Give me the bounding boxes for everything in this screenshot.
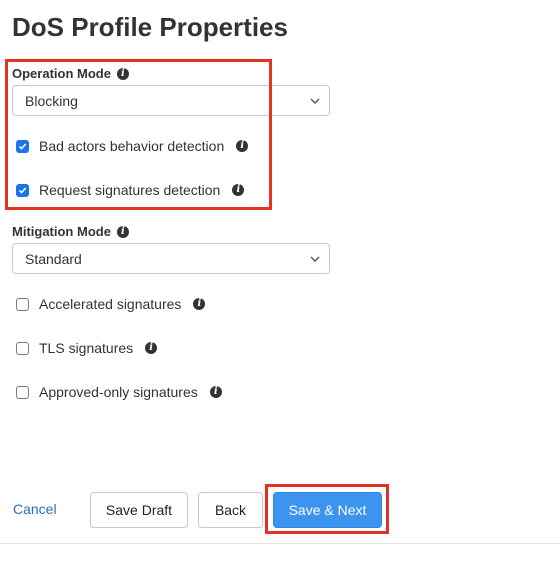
accelerated-signatures-checkbox-row[interactable]: Accelerated signatures i	[16, 296, 206, 312]
tls-signatures-checkbox[interactable]	[16, 341, 29, 355]
tls-signatures-checkbox-row[interactable]: TLS signatures i	[16, 340, 158, 356]
page-title: DoS Profile Properties	[12, 12, 288, 42]
info-icon[interactable]: i	[116, 225, 129, 238]
info-icon[interactable]: i	[193, 298, 206, 310]
mitigation-mode-selected-value: Standard	[25, 250, 82, 267]
chevron-down-icon	[310, 256, 320, 262]
footer-divider	[0, 543, 560, 544]
back-button[interactable]: Back	[198, 492, 263, 528]
approved-only-signatures-checkbox[interactable]	[16, 385, 29, 399]
operation-mode-highlight	[5, 59, 272, 210]
accelerated-signatures-checkbox[interactable]	[16, 297, 29, 311]
mitigation-mode-label-text: Mitigation Mode	[12, 224, 111, 239]
accelerated-signatures-label: Accelerated signatures	[39, 296, 182, 312]
info-icon[interactable]: i	[209, 386, 222, 398]
chevron-down-icon	[310, 98, 320, 104]
info-icon[interactable]: i	[145, 342, 158, 354]
save-draft-button[interactable]: Save Draft	[90, 492, 188, 528]
approved-only-signatures-checkbox-row[interactable]: Approved-only signatures i	[16, 384, 222, 400]
approved-only-signatures-label: Approved-only signatures	[39, 384, 198, 400]
cancel-link[interactable]: Cancel	[13, 501, 57, 517]
tls-signatures-label: TLS signatures	[39, 340, 134, 356]
mitigation-mode-select[interactable]: Standard	[12, 243, 330, 274]
save-next-highlight	[265, 484, 389, 534]
mitigation-mode-label: Mitigation Mode i	[12, 224, 129, 239]
